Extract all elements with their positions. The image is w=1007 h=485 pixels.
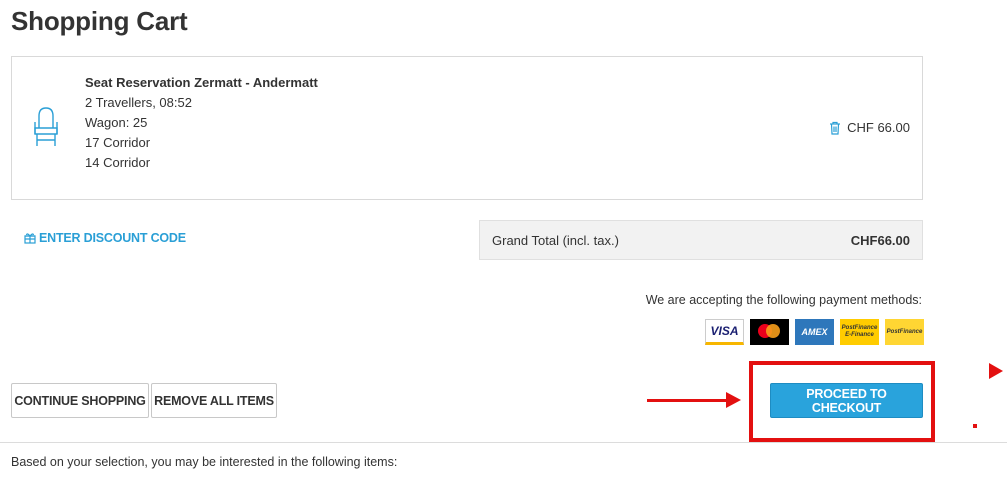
- annotation-dot: [973, 424, 977, 428]
- mastercard-icon: [750, 319, 789, 345]
- divider: [0, 442, 1007, 443]
- visa-icon: VISA: [705, 319, 744, 345]
- suggestions-text: Based on your selection, you may be inte…: [11, 455, 398, 469]
- grand-total-label: Grand Total (incl. tax.): [492, 233, 619, 248]
- grand-total-value: CHF66.00: [850, 233, 910, 248]
- proceed-to-checkout-button[interactable]: PROCEED TO CHECKOUT: [770, 383, 923, 418]
- payment-methods-text: We are accepting the following payment m…: [645, 293, 922, 307]
- item-line-seat: 17 Corridor: [85, 135, 151, 150]
- item-price: CHF 66.00: [847, 120, 910, 135]
- annotation-arrow-head: [726, 392, 741, 408]
- annotation-arrow: [647, 399, 729, 402]
- page-title: Shopping Cart: [11, 6, 188, 36]
- annotation-triangle: [989, 363, 1003, 379]
- gift-icon: [24, 233, 36, 244]
- enter-discount-code-link[interactable]: ENTER DISCOUNT CODE: [24, 231, 186, 245]
- grand-total: Grand Total (incl. tax.) CHF66.00: [479, 220, 923, 260]
- remove-all-items-button[interactable]: REMOVE ALL ITEMS: [151, 383, 277, 418]
- postfinance-efinance-icon: PostFinance E-Finance: [840, 319, 879, 345]
- item-title: Seat Reservation Zermatt - Andermatt: [85, 75, 318, 90]
- amex-icon: AMEX: [795, 319, 834, 345]
- trash-icon[interactable]: [829, 121, 841, 135]
- item-line-seat: 14 Corridor: [85, 155, 151, 170]
- postfinance-card-icon: PostFinance: [885, 319, 924, 345]
- item-line-wagon: Wagon: 25: [85, 115, 148, 130]
- chair-icon: [34, 107, 58, 146]
- item-details: Seat Reservation Zermatt - Andermatt 2 T…: [85, 73, 318, 173]
- discount-label: ENTER DISCOUNT CODE: [39, 231, 186, 245]
- continue-shopping-button[interactable]: CONTINUE SHOPPING: [11, 383, 149, 418]
- cart-item: Seat Reservation Zermatt - Andermatt 2 T…: [11, 56, 923, 200]
- payment-icons: VISA AMEX PostFinance E-Finance PostFina…: [705, 319, 924, 345]
- item-line-travellers: 2 Travellers, 08:52: [85, 95, 192, 110]
